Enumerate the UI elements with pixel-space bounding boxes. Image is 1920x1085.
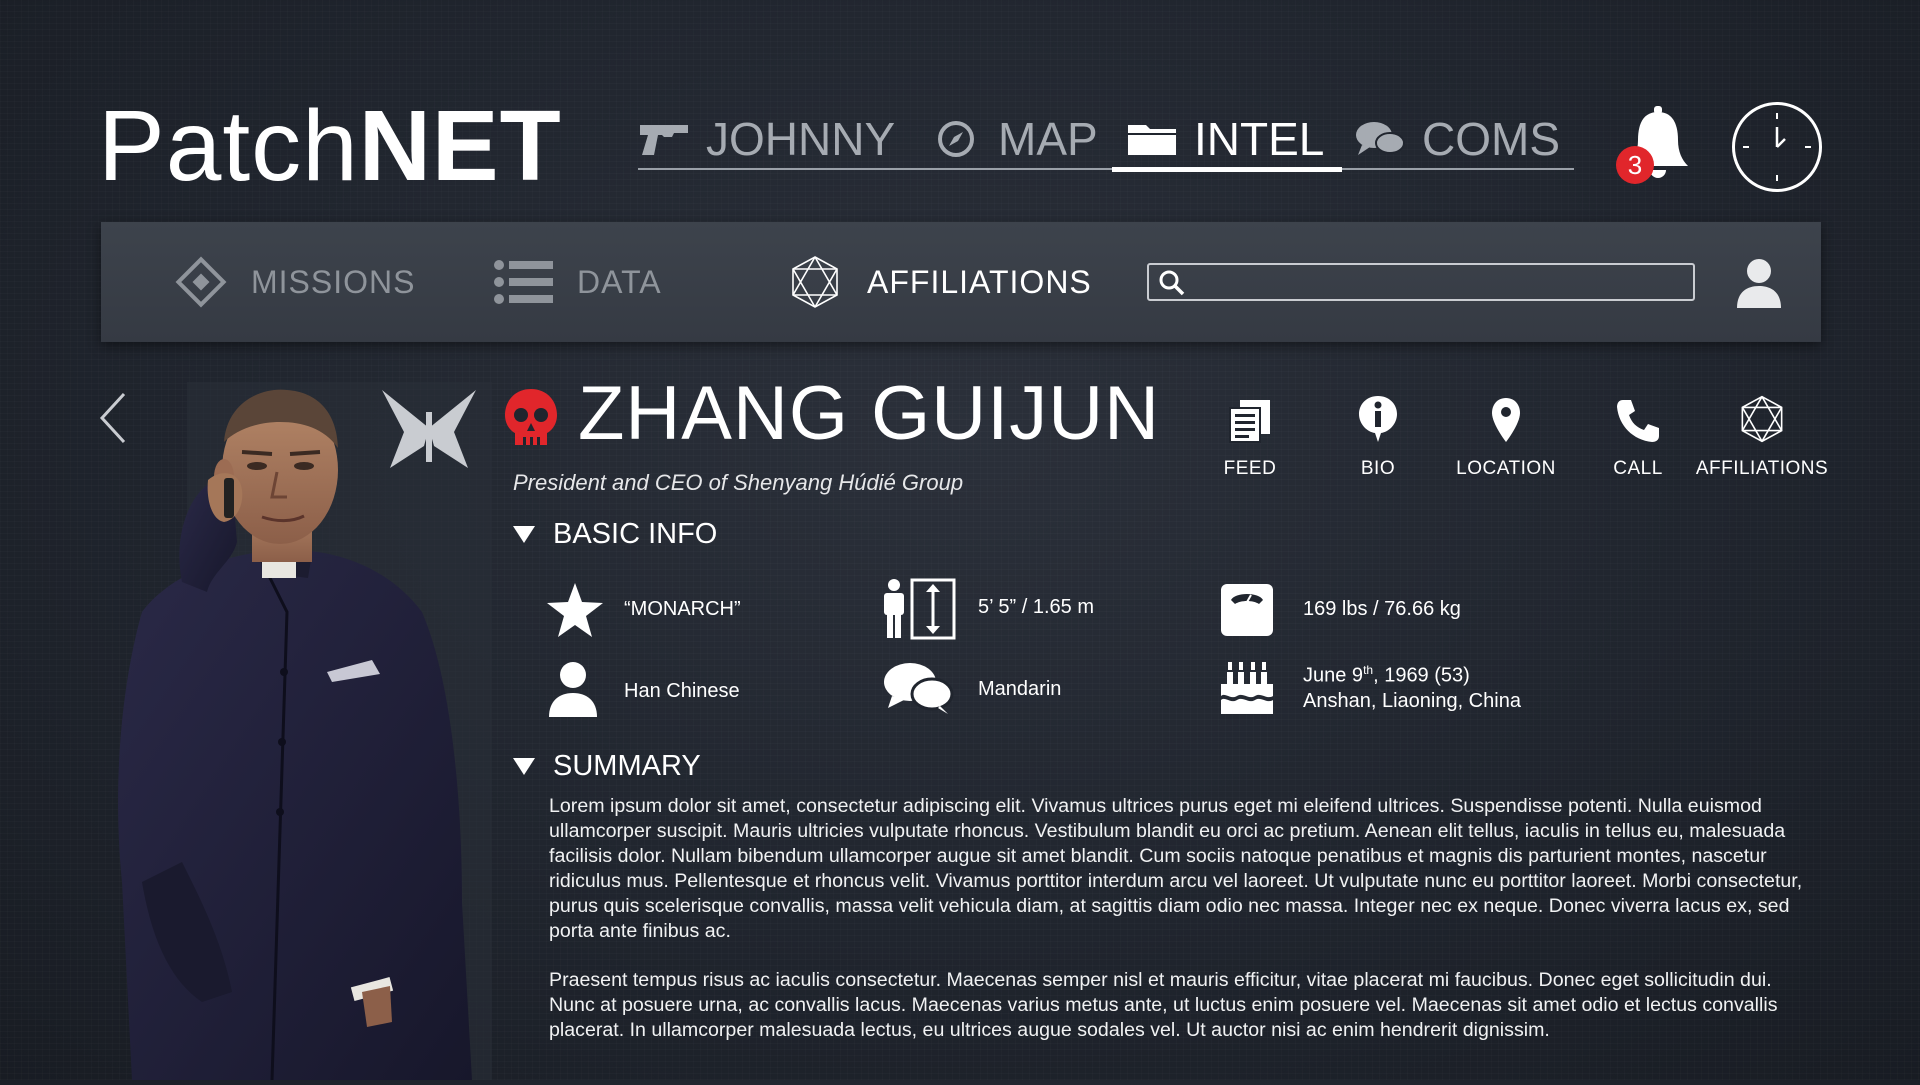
- collapse-triangle-icon: [513, 758, 535, 775]
- subtab-data[interactable]: DATA: [493, 222, 662, 342]
- active-tab-underline: [1112, 167, 1343, 172]
- diamond-target-icon: [175, 256, 227, 308]
- tab-map[interactable]: MAP: [930, 108, 1098, 170]
- summary-toggle[interactable]: SUMMARY: [513, 750, 701, 783]
- phone-icon: [1617, 400, 1659, 442]
- search-box[interactable]: [1147, 263, 1695, 301]
- subtab-data-label: DATA: [577, 263, 662, 300]
- height-value: 5’ 5” / 1.65 m: [978, 596, 1094, 618]
- folder-icon: [1126, 119, 1178, 159]
- tab-coms[interactable]: COMS: [1354, 108, 1560, 170]
- list-icon: [493, 259, 553, 305]
- subtab-affiliations[interactable]: AFFILIATIONS: [787, 222, 1092, 342]
- top-navigation: JOHNNY MAP INTEL COMS: [638, 108, 1574, 172]
- tab-intel[interactable]: INTEL: [1112, 108, 1343, 172]
- summary-text: Lorem ipsum dolor sit amet, consectetur …: [549, 794, 1817, 1068]
- user-icon: [1737, 259, 1781, 308]
- birth-place-value: Anshan, Liaoning, China: [1303, 690, 1521, 712]
- affiliations-label: AFFILIATIONS: [1695, 458, 1829, 479]
- subtab-missions[interactable]: MISSIONS: [175, 222, 415, 342]
- sub-toolbar: MISSIONS DATA AFFILIATIONS: [101, 222, 1821, 342]
- feed-button[interactable]: FEED: [1180, 392, 1320, 480]
- user-profile-button[interactable]: [1735, 258, 1783, 308]
- person-icon: [546, 660, 600, 718]
- chat-bubbles-icon: [1354, 119, 1406, 159]
- feed-label: FEED: [1223, 458, 1277, 479]
- clock-button[interactable]: [1732, 102, 1822, 192]
- search-icon: [1159, 270, 1185, 296]
- subtab-affiliations-label: AFFILIATIONS: [867, 263, 1092, 300]
- compass-icon: [930, 119, 982, 159]
- ethnicity-value: Han Chinese: [624, 680, 740, 702]
- profile-name: ZHANG GUIJUN: [578, 371, 1160, 456]
- summary-paragraph: Lorem ipsum dolor sit amet, consectetur …: [549, 795, 1803, 942]
- location-button[interactable]: LOCATION: [1436, 392, 1576, 480]
- tab-johnny-label: JOHNNY: [706, 113, 896, 165]
- tab-johnny[interactable]: JOHNNY: [638, 108, 895, 170]
- speech-bubbles-icon: [882, 660, 954, 716]
- notifications-button[interactable]: 3: [1616, 104, 1694, 184]
- bio-label: BIO: [1360, 458, 1396, 479]
- pistol-icon: [638, 119, 690, 159]
- height-icon: [880, 578, 958, 640]
- birth-date-ordinal: th: [1363, 663, 1374, 677]
- location-pin-icon: [1492, 398, 1520, 442]
- weight-value: 169 lbs / 76.66 kg: [1303, 598, 1461, 620]
- tab-intel-label: INTEL: [1194, 113, 1325, 165]
- basic-info-toggle[interactable]: BASIC INFO: [513, 518, 717, 551]
- logo-text-patch: Patch: [98, 90, 359, 202]
- search-input[interactable]: [1197, 265, 1681, 301]
- location-label: LOCATION: [1456, 458, 1556, 479]
- subtab-missions-label: MISSIONS: [251, 263, 416, 300]
- butterfly-emblem-icon: [378, 388, 480, 474]
- star-icon: [544, 580, 606, 640]
- birthday-cake-icon: [1219, 660, 1275, 716]
- bio-button[interactable]: BIO: [1308, 392, 1448, 480]
- profile-subtitle: President and CEO of Shenyang Húdié Grou…: [513, 470, 964, 495]
- summary-paragraph: Praesent tempus risus ac iaculis consect…: [549, 969, 1778, 1042]
- tab-map-label: MAP: [998, 113, 1098, 165]
- summary-heading: SUMMARY: [553, 750, 701, 782]
- birth-date-month-day: June 9: [1303, 664, 1364, 687]
- call-button[interactable]: CALL: [1568, 392, 1708, 480]
- skull-threat-icon: [503, 387, 559, 449]
- app-logo: PatchNET: [98, 96, 562, 196]
- weight-scale-icon: [1219, 582, 1275, 638]
- language-value: Mandarin: [978, 678, 1062, 700]
- alias-value: “MONARCH”: [624, 598, 741, 620]
- affiliations-button[interactable]: AFFILIATIONS: [1692, 392, 1832, 480]
- collapse-triangle-icon: [513, 526, 535, 543]
- logo-text-net: NET: [358, 90, 562, 202]
- info-icon: [1359, 396, 1397, 442]
- feed-icon: [1229, 400, 1270, 443]
- tab-coms-label: COMS: [1422, 113, 1560, 165]
- clock-icon: [1743, 113, 1811, 181]
- network-icon: [1741, 395, 1783, 443]
- basic-info-heading: BASIC INFO: [553, 518, 718, 550]
- network-icon: [787, 254, 843, 310]
- call-label: CALL: [1613, 458, 1663, 479]
- notification-badge: 3: [1616, 146, 1654, 184]
- birth-date-year-age: , 1969 (53): [1373, 664, 1470, 687]
- birth-date-value: June 9th, 1969 (53): [1303, 663, 1470, 688]
- character-portrait: [112, 382, 492, 1081]
